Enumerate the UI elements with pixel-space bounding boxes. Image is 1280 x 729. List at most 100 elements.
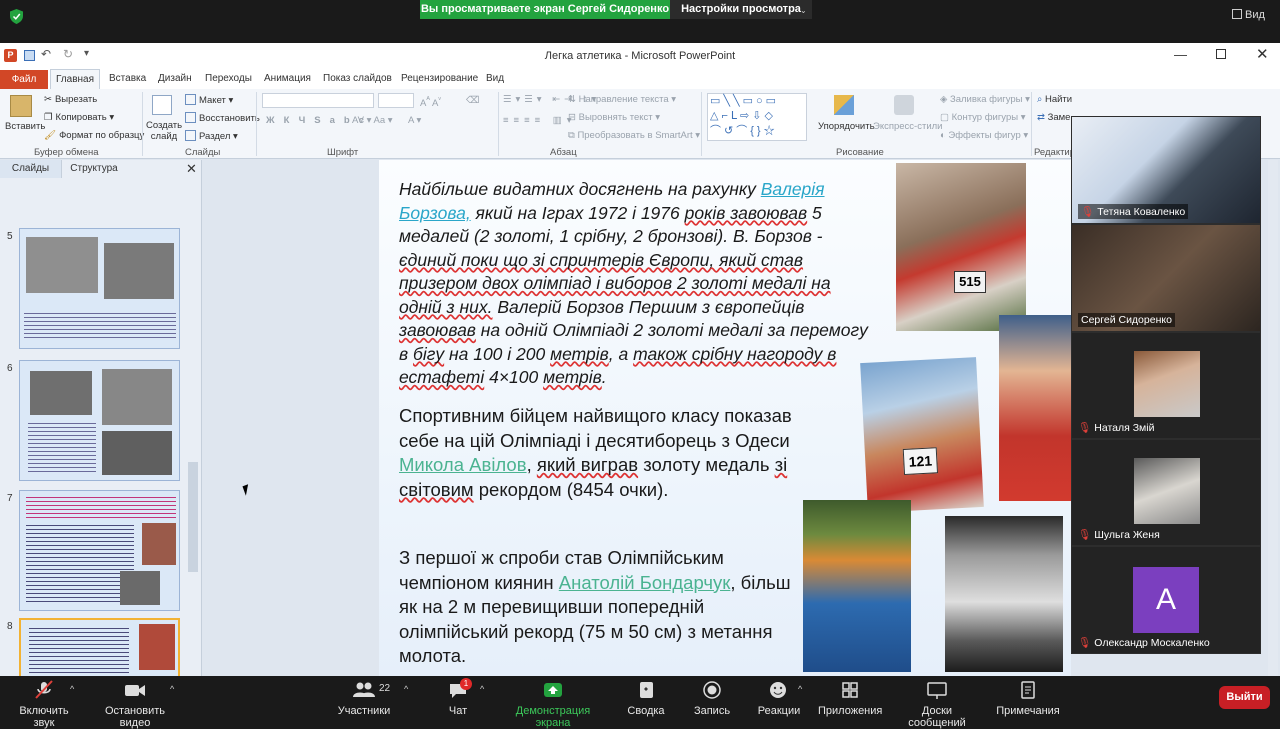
arrange-button[interactable]: Упорядочить	[818, 121, 875, 132]
paste-icon[interactable]	[10, 95, 32, 117]
new-slide-button[interactable]: Создать слайд	[146, 120, 182, 142]
share-screen-icon	[544, 683, 562, 697]
mic-off-icon: 🎙	[1081, 206, 1095, 218]
leave-button[interactable]: Выйти	[1219, 686, 1270, 709]
maximize-icon[interactable]	[1216, 49, 1226, 59]
slide-thumbnail[interactable]	[19, 490, 180, 611]
view-label: Вид	[1245, 9, 1265, 21]
cut-button[interactable]: ✂ Вырезать	[44, 94, 97, 105]
shape-outline-button[interactable]: ▢ Контур фигуры ▾	[940, 112, 1025, 123]
tab-file[interactable]: Файл	[0, 70, 48, 89]
minimize-icon[interactable]: —	[1174, 47, 1187, 62]
clipboard-group-label: Буфер обмена	[34, 147, 99, 158]
text-run: , а	[608, 343, 634, 364]
close-icon[interactable]: ✕	[1256, 45, 1269, 63]
tab-slides[interactable]: Слайды	[0, 160, 62, 178]
summary-button[interactable]: Сводка	[624, 680, 668, 717]
whiteboards-button[interactable]: Доски сообщений	[892, 680, 982, 729]
tab-home[interactable]: Главная	[50, 69, 100, 90]
tab-design[interactable]: Дизайн	[158, 73, 192, 84]
tab-outline[interactable]: Структура	[62, 160, 126, 178]
slide-thumbnail-selected[interactable]	[19, 618, 180, 676]
quick-styles-icon[interactable]	[894, 95, 914, 115]
reactions-button[interactable]: Реакции	[756, 680, 802, 717]
arrange-icon[interactable]	[834, 95, 854, 115]
smartart-button[interactable]: ⧉ Преобразовать в SmartArt ▾	[568, 130, 700, 141]
chevron-up-icon[interactable]: ^	[480, 684, 484, 694]
tab-insert[interactable]: Вставка	[109, 73, 146, 84]
text-run: на 100 і 200	[444, 343, 551, 364]
shape-effects-label: Эффекты фигур	[948, 130, 1021, 141]
find-button[interactable]: ⌕ Найти	[1037, 94, 1072, 105]
panel-scrollbar[interactable]	[188, 462, 198, 572]
participants-count: 22	[379, 683, 391, 694]
shape-effects-button[interactable]: ◐ Эффекты фигур ▾	[940, 130, 1028, 141]
stop-video-button[interactable]: Остановить видео	[90, 680, 180, 729]
replace-button[interactable]: ⇄ Заме	[1037, 112, 1070, 123]
avatar: A	[1133, 567, 1199, 633]
slide-thumbnail[interactable]	[19, 360, 180, 481]
participant-name: 🎙 Шульга Женя	[1078, 528, 1160, 541]
reset-button[interactable]: Восстановить	[185, 112, 260, 124]
slide-scrollbar[interactable]	[1268, 160, 1278, 676]
panel-tabs: Слайды Структура ✕	[0, 160, 202, 178]
chevron-up-icon[interactable]: ^	[798, 684, 802, 694]
copy-button[interactable]: ❐ Копировать ▾	[44, 112, 114, 123]
photo-hammer-throw	[945, 516, 1063, 672]
participant-tile[interactable]: 🎙 Шульга Женя	[1071, 439, 1261, 546]
align-buttons[interactable]: ≡≡≡≡ ▥▾	[503, 115, 577, 126]
participant-tile[interactable]: 🎙 Тетяна Коваленко	[1071, 116, 1261, 224]
paste-button[interactable]: Вставить	[5, 121, 45, 132]
mic-off-icon	[35, 680, 53, 699]
slide-canvas[interactable]: Найбільше видатних досягнень на рахунку …	[379, 160, 1071, 676]
quick-styles-button[interactable]: Экспресс-стили	[873, 121, 942, 132]
text-direction-label: Направление текста	[578, 94, 669, 105]
text-direction-button[interactable]: ⇅ Направление текста ▾	[568, 94, 676, 105]
font-color-icon[interactable]: A ▾	[408, 115, 421, 126]
text-run: бігу	[413, 343, 445, 364]
align-text-button[interactable]: ⊟ Выровнять текст ▾	[568, 112, 660, 123]
chevron-up-icon[interactable]: ^	[70, 684, 74, 694]
char-spacing-icon[interactable]: AV ▾ Aa ▾	[352, 115, 393, 126]
link-bondarchuk[interactable]: Анатолій Бондарчук	[559, 572, 731, 593]
thumb-number: 6	[7, 363, 13, 374]
tab-animations[interactable]: Анимация	[264, 73, 311, 84]
tab-slideshow[interactable]: Показ слайдов	[323, 73, 392, 84]
link-avilov[interactable]: Микола Авілов	[399, 454, 527, 475]
record-button[interactable]: Запись	[690, 680, 734, 717]
participant-tile[interactable]: 🎙 Наталя Змій	[1071, 332, 1261, 439]
view-button[interactable]: Вид	[1232, 9, 1265, 21]
tab-review[interactable]: Рецензирование	[401, 73, 478, 84]
shape-fill-button[interactable]: ◈ Заливка фигуры ▾	[940, 94, 1030, 105]
thumb-photo	[104, 243, 174, 299]
close-icon[interactable]: ✕	[186, 161, 197, 177]
slide-thumbnail[interactable]	[19, 228, 180, 349]
view-settings-button[interactable]: Настройки просмотра	[670, 0, 812, 19]
replace-label: Заме	[1047, 112, 1071, 123]
slides-group-label: Слайды	[185, 147, 221, 158]
fill-icon: ◈	[940, 94, 950, 105]
participant-name-label: Наталя Змій	[1094, 422, 1155, 434]
participant-tile[interactable]: A 🎙 Олександр Москаленко	[1071, 546, 1261, 654]
chevron-up-icon[interactable]: ^	[404, 684, 408, 694]
notes-button[interactable]: Примечания	[994, 680, 1062, 717]
thumb-photo	[139, 624, 175, 670]
font-size-select[interactable]	[378, 93, 414, 108]
chevron-down-icon[interactable]: ⌄	[800, 6, 807, 15]
font-grow-icon[interactable]: Aᴬ Aᵛ	[420, 95, 441, 109]
new-slide-icon[interactable]	[152, 95, 172, 115]
format-painter-button[interactable]: 🖌 Формат по образцу	[44, 130, 144, 141]
chevron-up-icon[interactable]: ^	[170, 684, 174, 694]
section-button[interactable]: Раздел ▾	[185, 130, 238, 142]
clear-format-icon[interactable]: ⌫	[466, 95, 479, 106]
slides-panel: Слайды Структура ✕ 5 6 7 8	[0, 160, 202, 676]
tab-view[interactable]: Вид	[486, 73, 504, 84]
share-screen-button[interactable]: Демонстрация экрана	[498, 680, 608, 729]
font-family-select[interactable]	[262, 93, 374, 108]
thumb-text	[26, 497, 176, 521]
layout-button[interactable]: Макет ▾	[185, 94, 233, 106]
tab-transitions[interactable]: Переходы	[205, 73, 252, 84]
apps-button[interactable]: Приложения	[818, 680, 882, 717]
shapes-gallery[interactable]: ▭╲╲▭○▭ △⌐ᒪ⇨⇩◇ ⌒↺⌒{}☆	[707, 93, 807, 141]
participant-tile[interactable]: Сергей Сидоренко	[1071, 224, 1261, 332]
